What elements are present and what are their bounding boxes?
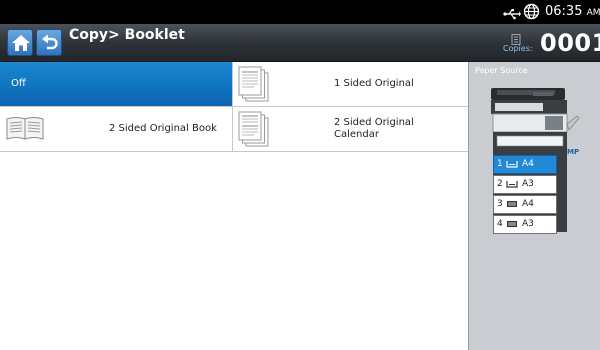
option-2-sided-original-book[interactable]: 2 Sided Original Book: [0, 107, 233, 152]
option-1-sided-original-label: 1 Sided Original: [334, 78, 414, 89]
paper-stack-icon: [507, 201, 517, 207]
tray-2-size: A3: [522, 179, 534, 189]
copier-screen: 06:35 AM Copy> Booklet Copies: 000 Off 1…: [0, 0, 600, 350]
tray-4-number: 4: [497, 219, 503, 229]
tray-3[interactable]: 3 A4: [493, 195, 557, 214]
tray-2-number: 2: [497, 179, 503, 189]
tray-1[interactable]: 1 A4: [493, 155, 557, 174]
calendar-label-line1: 2 Sided Original: [334, 117, 414, 128]
status-bar: 06:35 AM: [0, 0, 600, 24]
tray-4[interactable]: 4 A3: [493, 215, 557, 234]
home-icon: [12, 35, 30, 51]
tray-4-size: A3: [522, 219, 534, 229]
copies-label: Copies:: [503, 44, 533, 53]
option-2-sided-original-book-label: 2 Sided Original Book: [109, 123, 217, 134]
one-sided-pages-icon: [237, 65, 271, 107]
option-2-sided-original-calendar-label: 2 Sided Original Calendar: [334, 117, 414, 141]
usb-icon: [503, 5, 521, 24]
clock-time: 06:35: [545, 4, 583, 19]
globe-icon: [523, 3, 540, 24]
option-off[interactable]: Off: [0, 62, 233, 107]
tray-1-size: A4: [522, 159, 534, 169]
booklet-options: Off 1 Sided Original 2 Sided Original Bo…: [0, 62, 468, 152]
home-button[interactable]: [7, 29, 33, 56]
tray-3-size: A4: [522, 199, 534, 209]
option-2-sided-original-calendar[interactable]: 2 Sided Original Calendar: [233, 107, 468, 152]
tray-2[interactable]: 2 A3: [493, 175, 557, 194]
calendar-label-line2: Calendar: [334, 129, 379, 140]
tray-3-number: 3: [497, 199, 503, 209]
tray-1-number: 1: [497, 159, 503, 169]
option-1-sided-original[interactable]: 1 Sided Original: [233, 62, 468, 107]
paper-stack-icon: [507, 221, 517, 227]
content-area: [0, 152, 468, 350]
back-button[interactable]: [36, 29, 62, 56]
back-icon: [42, 34, 58, 50]
paper-tray-icon: [506, 161, 518, 168]
paper-source-title: Paper Source: [475, 66, 528, 75]
title-bar: Copy> Booklet Copies: 0001: [0, 24, 600, 62]
open-book-icon: [6, 116, 44, 144]
clock: 06:35 AM: [545, 4, 600, 21]
mp-tray-label: MP: [567, 148, 580, 156]
clock-ampm: AM: [586, 8, 600, 18]
page-title: Copy> Booklet: [69, 27, 185, 43]
calendar-pages-icon: [237, 110, 271, 152]
copies-count[interactable]: 0001: [540, 29, 600, 57]
option-off-label: Off: [11, 78, 26, 89]
paper-source-panel: Paper Source MP 1 A4 2 A3 3 A4 4 A3: [468, 62, 600, 350]
paper-tray-icon: [506, 181, 518, 188]
